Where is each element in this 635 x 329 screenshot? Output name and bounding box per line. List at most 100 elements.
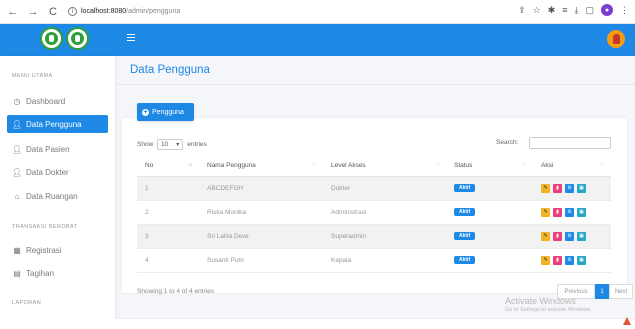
delete-button[interactable]: ▮ — [553, 255, 562, 265]
settings-button[interactable]: ⚙ — [565, 231, 574, 241]
logo-emblem-icon — [40, 27, 63, 50]
cell-level: Superadmin — [323, 224, 446, 249]
sidebar-item-dashboard[interactable]: ◷ Dashboard — [7, 92, 108, 110]
app-logo[interactable] — [40, 27, 89, 50]
detail-button[interactable]: ▣ — [577, 231, 586, 241]
sort-icon: ↑↓ — [312, 162, 317, 168]
edit-button[interactable]: ✎ — [541, 207, 550, 217]
delete-button[interactable]: ▮ — [553, 183, 562, 193]
show-label: Show — [137, 141, 154, 148]
edit-button[interactable]: ✎ — [541, 255, 550, 265]
sidebar-item-label: Data Pengguna — [26, 119, 82, 129]
column-header-status[interactable]: Status ↑↓ — [446, 155, 533, 177]
sort-icon: ↑↓ — [522, 162, 527, 168]
windows-activation-watermark: Activate Windows Go to Settings to activ… — [505, 296, 592, 313]
cell-aksi: ✎ ▮ ⚙ ▣ — [533, 224, 611, 249]
browser-toolbar: ← → C i localhost:8080/admin/pengguna ⇪ … — [0, 0, 635, 24]
sidebar-item-label: Data Pasien — [26, 144, 70, 154]
entries-length-control: Show 10 ▾ entries — [137, 139, 207, 150]
next-page-button[interactable]: Next — [609, 284, 633, 299]
watermark-title: Activate Windows — [505, 296, 577, 306]
user-icon: 👤︎ — [11, 119, 23, 129]
cell-aksi: ✎ ▮ ⚙ ▣ — [533, 200, 611, 225]
sidebar-item-data-pengguna[interactable]: 👤︎ Data Pengguna — [7, 115, 108, 133]
cell-aksi: ✎ ▮ ⚙ ▣ — [533, 248, 611, 273]
calendar-icon: ▦ — [13, 245, 21, 255]
settings-button[interactable]: ⚙ — [565, 255, 574, 265]
user-avatar[interactable] — [607, 30, 625, 48]
sidebar-item-label: Registrasi — [26, 245, 62, 255]
sort-icon: ↑↓ — [600, 162, 605, 168]
table-row: 3 Sri Lalita Dewi Superadmin Aktif ✎ ▮ ⚙… — [137, 224, 611, 249]
profile-avatar[interactable]: ● — [601, 4, 613, 16]
browser-actions: ⇪ ☆ ✱ ≡ ⤓ ▢ ● ⋮ — [518, 4, 629, 16]
sidebar-item-tagihan[interactable]: ▤ Tagihan — [7, 264, 108, 282]
reload-button[interactable]: C — [46, 5, 60, 19]
table-row: 1 ABCDEFGH Dokter Aktif ✎ ▮ ⚙ ▣ — [137, 176, 611, 201]
forward-button[interactable]: → — [26, 5, 40, 19]
extension-icon[interactable]: ✱ — [548, 5, 556, 16]
cell-level: Dokter — [323, 176, 446, 201]
column-header-aksi[interactable]: Aksi ↑↓ — [533, 155, 611, 177]
entries-select[interactable]: 10 ▾ — [157, 139, 184, 150]
detail-button[interactable]: ▣ — [577, 255, 586, 265]
watermark-subtitle: Go to Settings to activate Windows. — [505, 307, 592, 313]
page-title: Data Pengguna — [130, 64, 210, 76]
sidebar-item-data-pasien[interactable]: 👤︎ Data Pasien — [7, 140, 108, 158]
column-header-nama[interactable]: Nama Pengguna ↑↓ — [199, 155, 323, 177]
user-icon: 👤︎ — [11, 144, 23, 154]
top-navbar — [0, 24, 635, 56]
site-info-icon[interactable]: i — [68, 7, 77, 16]
divider — [115, 84, 635, 85]
window-icon[interactable]: ▢ — [585, 5, 594, 16]
edit-button[interactable]: ✎ — [541, 231, 550, 241]
share-icon[interactable]: ⇪ — [518, 5, 526, 16]
delete-button[interactable]: ▮ — [553, 207, 562, 217]
add-pengguna-button[interactable]: + Pengguna — [137, 103, 194, 121]
cell-no: 2 — [137, 200, 199, 225]
entries-label: entries — [187, 141, 207, 148]
status-badge: Aktif — [454, 232, 476, 240]
dashboard-icon: ◷ — [13, 96, 21, 106]
sidebar-item-data-dokter[interactable]: 👤︎ Data Dokter — [7, 163, 108, 181]
detail-button[interactable]: ▣ — [577, 207, 586, 217]
invoice-icon: ▤ — [13, 268, 21, 278]
hamburger-menu-icon[interactable] — [127, 34, 135, 41]
user-icon: 👤︎ — [11, 167, 23, 177]
page-1-button[interactable]: 1 — [595, 284, 609, 299]
sidebar-item-label: Data Ruangan — [26, 191, 78, 201]
table-row: 2 Riska Monika Administrasi Aktif ✎ ▮ ⚙ … — [137, 200, 611, 225]
table-info: Showing 1 to 4 of 4 entries — [137, 288, 214, 295]
detail-button[interactable]: ▣ — [577, 183, 586, 193]
menu-header-main: MENU UTAMA — [12, 73, 53, 79]
delete-button[interactable]: ▮ — [553, 231, 562, 241]
menu-dots-icon[interactable]: ⋮ — [620, 5, 629, 16]
sort-icon: ↑↓ — [435, 162, 440, 168]
cell-no: 3 — [137, 224, 199, 249]
cell-no: 1 — [137, 176, 199, 201]
bookmark-star-icon[interactable]: ☆ — [533, 5, 541, 16]
cell-nama: Riska Monika — [199, 200, 323, 225]
edit-button[interactable]: ✎ — [541, 183, 550, 193]
settings-button[interactable]: ⚙ — [565, 183, 574, 193]
search-input[interactable] — [529, 137, 611, 149]
search-label: Search: — [496, 139, 519, 146]
cell-nama: ABCDEFGH — [199, 176, 323, 201]
settings-button[interactable]: ⚙ — [565, 207, 574, 217]
home-icon: ⌂ — [14, 191, 20, 201]
cell-nama: Susanti Putri — [199, 248, 323, 273]
column-header-level[interactable]: Level Akses ↑↓ — [323, 155, 446, 177]
status-badge: Aktif — [454, 184, 476, 192]
cell-status: Aktif — [446, 248, 533, 273]
reading-list-icon[interactable]: ≡ — [562, 5, 567, 15]
sidebar-item-data-ruangan[interactable]: ⌂ Data Ruangan — [7, 187, 108, 205]
download-icon[interactable]: ⤓ — [575, 5, 579, 16]
cell-no: 4 — [137, 248, 199, 273]
cell-level: Administrasi — [323, 200, 446, 225]
address-bar[interactable]: i localhost:8080/admin/pengguna — [68, 4, 180, 20]
back-button[interactable]: ← — [6, 5, 20, 19]
column-header-no[interactable]: No ↑↓ — [137, 155, 199, 177]
sidebar-item-registrasi[interactable]: ▦ Registrasi — [7, 241, 108, 259]
table-row: 4 Susanti Putri Kepala Aktif ✎ ▮ ⚙ ▣ — [137, 248, 611, 273]
url-path: /admin/pengguna — [126, 8, 181, 15]
